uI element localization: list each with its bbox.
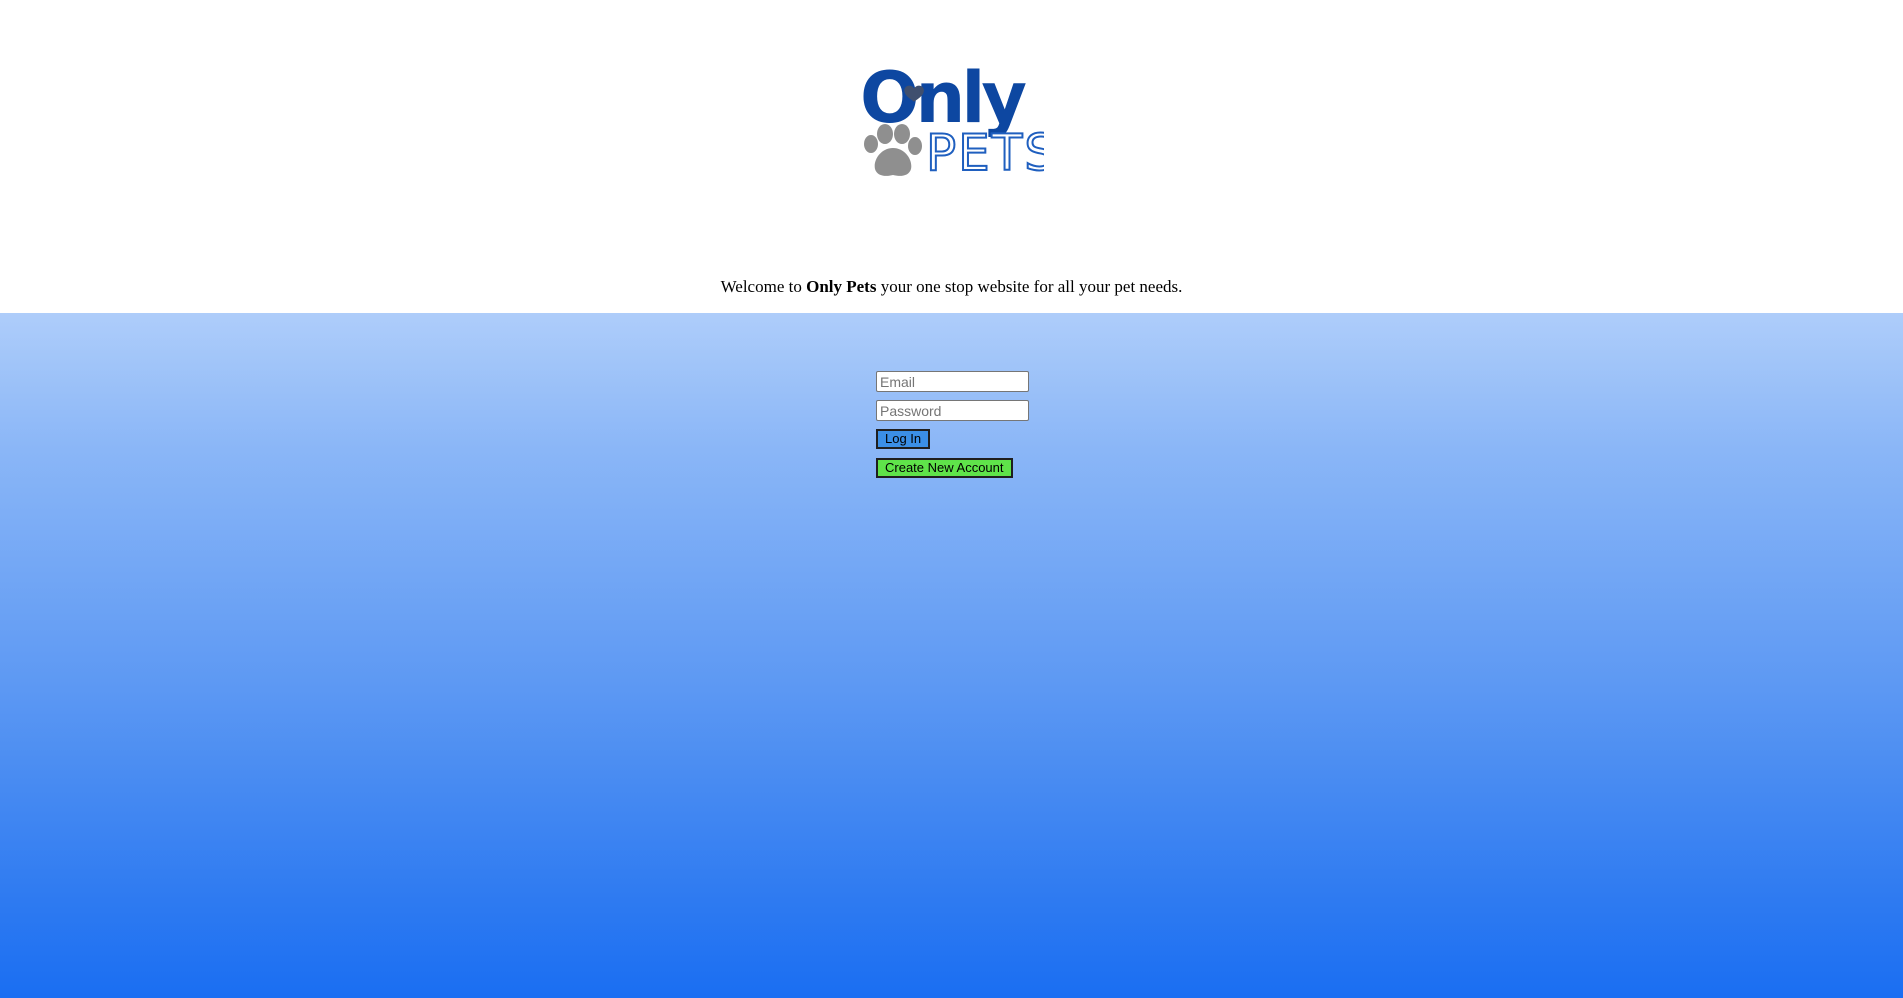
- login-form: Log In Create New Account: [876, 371, 1036, 487]
- log-in-button[interactable]: Log In: [876, 429, 931, 449]
- create-new-account-button[interactable]: Create New Account: [876, 458, 1013, 478]
- page-header: Only PETS Welcome to Only Pets your one …: [0, 0, 1903, 313]
- welcome-prefix: Welcome to: [720, 277, 802, 296]
- logo-word-pets: PETS: [926, 124, 1044, 180]
- welcome-message: Welcome to Only Pets your one stop websi…: [0, 276, 1903, 298]
- welcome-brand-name: Only Pets: [806, 277, 877, 296]
- password-input[interactable]: [876, 400, 1029, 421]
- welcome-suffix: your one stop website for all your pet n…: [880, 277, 1183, 296]
- only-pets-logo: Only PETS: [862, 58, 1044, 180]
- email-input[interactable]: [876, 371, 1029, 392]
